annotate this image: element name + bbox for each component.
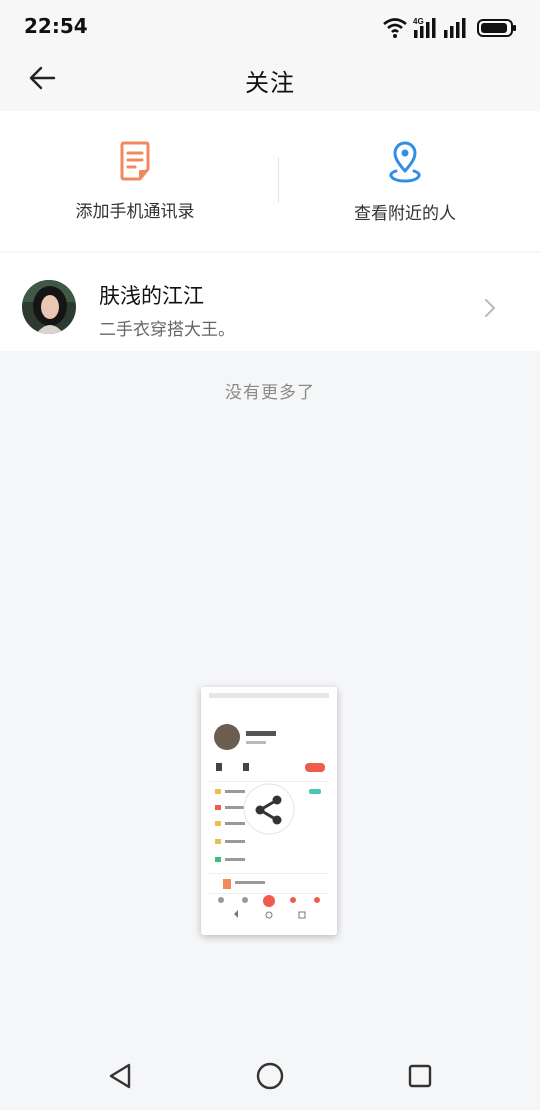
- list-item[interactable]: 肤浅的江江 二手衣穿搭大王。: [0, 253, 540, 351]
- share-preview[interactable]: [201, 687, 337, 935]
- nearby-people-button[interactable]: 查看附近的人: [270, 111, 540, 251]
- square-recents-icon: [408, 1064, 432, 1088]
- network-type-label: 4G: [413, 17, 424, 26]
- signal-icon: 4G: [413, 17, 436, 38]
- page-title: 关注: [245, 69, 295, 97]
- status-icons: 4G: [382, 16, 518, 40]
- battery-icon: [477, 19, 516, 37]
- circle-home-icon: [256, 1062, 284, 1090]
- system-nav-bar: [0, 1040, 540, 1110]
- signal-icon: [444, 18, 466, 38]
- share-icon: [255, 795, 282, 825]
- user-name: 肤浅的江江: [99, 284, 204, 308]
- nearby-people-label: 查看附近的人: [354, 204, 456, 224]
- chevron-right-icon: [484, 298, 496, 322]
- status-time: 22:54: [24, 14, 88, 38]
- avatar: [22, 280, 76, 334]
- status-bar: 22:54 4G: [0, 0, 540, 46]
- wifi-icon: [383, 18, 407, 38]
- triangle-back-icon: [109, 1063, 131, 1089]
- add-contacts-button[interactable]: 添加手机通讯录: [0, 111, 270, 251]
- user-bio: 二手衣穿搭大王。: [99, 320, 235, 340]
- system-recents-button[interactable]: [402, 1058, 438, 1094]
- location-pin-icon: [388, 141, 422, 187]
- no-more-text: 没有更多了: [225, 383, 315, 403]
- add-contacts-label: 添加手机通讯录: [75, 202, 195, 222]
- system-back-button[interactable]: [102, 1058, 138, 1094]
- actions-card: 添加手机通讯录 查看附近的人: [0, 111, 540, 251]
- top-nav-bar: 关注: [0, 46, 540, 110]
- document-icon: [118, 141, 152, 185]
- system-home-button[interactable]: [252, 1058, 288, 1094]
